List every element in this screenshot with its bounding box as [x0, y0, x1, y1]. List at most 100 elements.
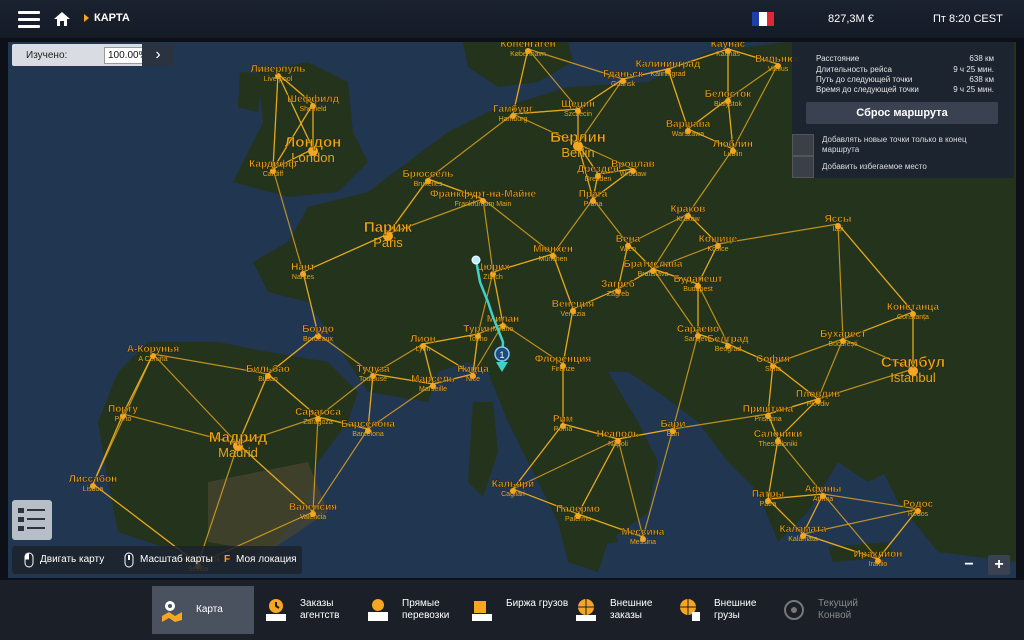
city-label-local: Prishtina [754, 416, 781, 423]
route-row-next-distance: Путь до следующей точки 638 км [816, 75, 994, 84]
city-label[interactable]: Тулуза [356, 364, 390, 375]
tab-freight-market[interactable]: Биржа грузов [462, 586, 568, 634]
city-label-local: Beograd [715, 346, 742, 353]
append-points-checkbox[interactable] [792, 134, 814, 156]
tab-agency-jobs[interactable]: Заказы агентств [256, 586, 356, 634]
city-label[interactable]: Бухарест [820, 329, 866, 340]
city-label[interactable]: Гамбург [493, 103, 534, 115]
city-label[interactable]: Родос [903, 499, 934, 510]
city-label[interactable]: Афины [804, 483, 842, 495]
city-label[interactable]: Париж [364, 219, 413, 236]
city-label[interactable]: Марсель [411, 374, 455, 385]
city-label[interactable]: Варшава [666, 119, 711, 130]
city-label[interactable]: Приштина [743, 404, 794, 415]
city-label[interactable]: Шеффилд [287, 93, 340, 105]
city-label[interactable]: Вена [616, 234, 641, 245]
city-label[interactable]: Каламата [779, 524, 827, 535]
crate-icon [472, 601, 492, 621]
city-label-local: Venezia [561, 311, 586, 318]
avoid-place-checkbox[interactable] [792, 156, 814, 178]
city-label-local: München [539, 256, 568, 263]
city-label[interactable]: Бильбао [246, 363, 290, 375]
city-label[interactable]: Калининград [635, 59, 701, 70]
city-label[interactable]: Прага [579, 189, 608, 200]
city-label[interactable]: Салоники [754, 429, 803, 440]
city-label[interactable]: Порту [108, 404, 139, 415]
city-label[interactable]: Стамбул [881, 354, 946, 371]
city-label[interactable]: Ницца [457, 364, 489, 375]
city-label[interactable]: Белград [707, 334, 749, 345]
city-label[interactable]: Палермо [556, 504, 600, 515]
city-label[interactable]: Берлин [550, 129, 606, 146]
convoy-icon [784, 600, 804, 620]
city-label[interactable]: Констанца [887, 302, 940, 313]
city-label[interactable]: Ясcы [824, 214, 852, 225]
city-label[interactable]: София [756, 353, 791, 365]
city-label[interactable]: Патры [752, 489, 785, 500]
tab-external-contracts[interactable]: Внешние заказы [566, 586, 666, 634]
city-label[interactable]: Брюссель [402, 169, 454, 180]
city-label[interactable]: Ираклион [853, 549, 903, 560]
city-label[interactable]: Пловдив [796, 389, 841, 400]
reset-route-button[interactable]: Сброс маршрута [806, 102, 998, 124]
city-label[interactable]: Кошице [699, 234, 738, 245]
city-label[interactable]: Краков [670, 204, 706, 215]
city-label[interactable]: Щецин [561, 99, 595, 110]
city-label[interactable]: Мадрид [209, 429, 268, 446]
city-label-local: Cagliari [501, 491, 525, 498]
city-label[interactable]: Каунас [711, 42, 746, 50]
city-label[interactable]: Бари [660, 419, 685, 430]
city-label[interactable]: Лион [410, 334, 436, 345]
france-flag-icon [752, 12, 774, 26]
tab-current-convoy[interactable]: Текущий Конвой [774, 586, 874, 634]
city-label[interactable]: Нант [291, 262, 315, 273]
city-label[interactable]: Сараево [677, 324, 720, 335]
city-label[interactable]: Будапешт [673, 274, 723, 285]
city-label[interactable]: Кальяри [492, 479, 535, 490]
city-label[interactable]: Лондон [285, 134, 342, 151]
zoom-out-button[interactable]: − [958, 555, 980, 575]
city-label-local: Bruxelles [414, 181, 443, 188]
city-label[interactable]: Копенгаген [500, 42, 556, 50]
city-label-local: Hamburg [499, 116, 528, 123]
city-label-local: Zaragoza [303, 419, 333, 426]
city-label-local: Bordeaux [303, 336, 333, 343]
tab-map[interactable]: Карта [152, 586, 254, 634]
city-label[interactable]: Барселона [341, 419, 396, 430]
city-label-local: Istanbul [890, 370, 936, 385]
city-label-local: A Coruña [138, 356, 167, 363]
city-label-local: Firenze [551, 366, 574, 373]
city-label[interactable]: Мессина [621, 527, 665, 538]
city-label[interactable]: Франкфурт-на-Майне [430, 188, 537, 200]
city-label[interactable]: Люблин [713, 138, 753, 150]
city-label[interactable]: А-Корунья [127, 344, 180, 355]
city-label-local: Iraklio [869, 561, 888, 568]
tab-direct-freight[interactable]: Прямые перевозки [358, 586, 458, 634]
city-label[interactable]: Мюнхен [533, 244, 573, 255]
city-label[interactable]: Ливерпуль [250, 64, 306, 75]
zoom-in-button[interactable]: + [988, 555, 1010, 575]
map-legend-button[interactable] [12, 500, 52, 540]
explored-label: Изучено: [26, 49, 68, 61]
city-label[interactable]: Белосток [705, 89, 753, 100]
city-label[interactable]: Загреб [601, 278, 635, 290]
menu-icon[interactable] [18, 11, 40, 28]
tab-external-cargo[interactable]: Внешние грузы [670, 586, 770, 634]
city-label[interactable]: Вроцлав [611, 159, 655, 170]
city-label[interactable]: Флоренция [535, 354, 592, 365]
city-label[interactable]: Гданьск [603, 69, 644, 80]
city-label[interactable]: Валенсия [289, 502, 338, 513]
city-label[interactable]: Кардифф [249, 158, 297, 170]
city-label[interactable]: Бордо [302, 324, 334, 335]
city-label[interactable]: Неаполь [596, 429, 640, 440]
city-label[interactable]: Братислава [623, 259, 683, 270]
city-label[interactable]: Венеция [552, 299, 595, 310]
city-label[interactable]: Лиссабон [69, 473, 118, 485]
explored-next-button[interactable]: › [142, 44, 174, 66]
city-label[interactable]: Сарагоса [295, 407, 342, 418]
city-label[interactable]: Цюрих [476, 262, 511, 273]
home-icon[interactable] [53, 10, 71, 28]
city-label[interactable]: Рим [553, 414, 574, 425]
city-label[interactable]: Турин [463, 324, 493, 335]
city-label-local: Sheffield [299, 106, 326, 113]
